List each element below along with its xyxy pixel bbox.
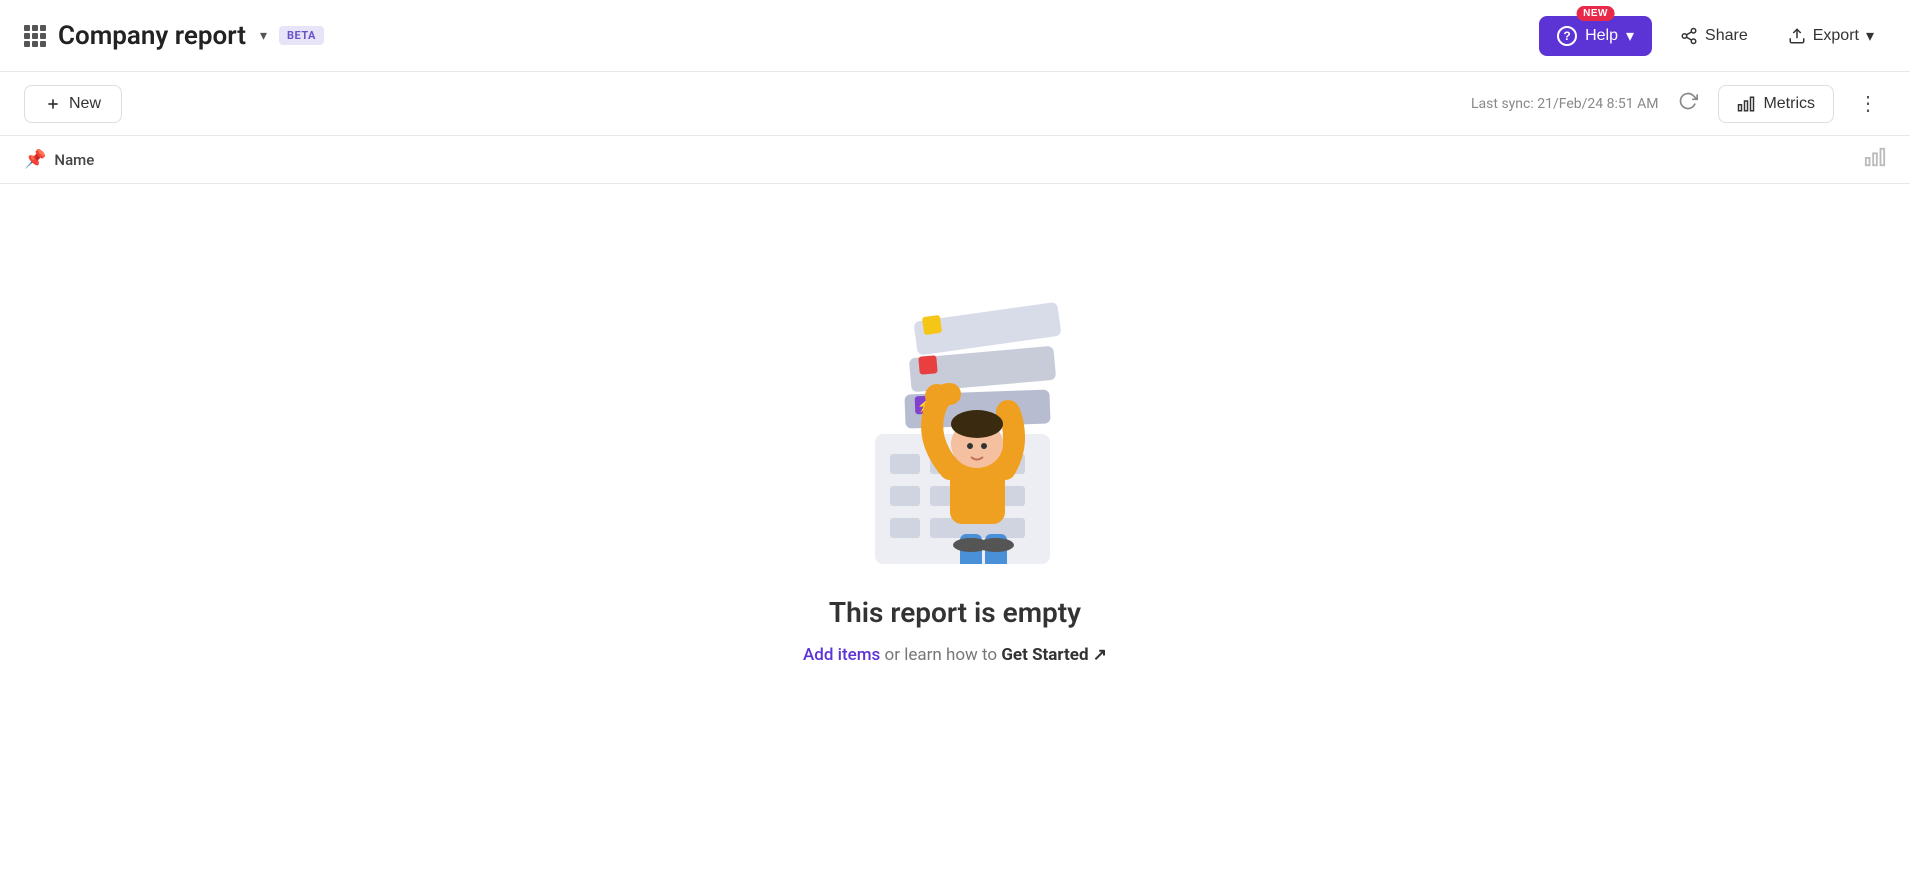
name-column-header: Name [54,151,94,169]
new-button[interactable]: New [24,85,122,123]
help-label: Help [1585,27,1618,45]
column-chart-icon[interactable] [1864,146,1886,173]
more-icon: ⋮ [1858,93,1878,115]
share-icon [1680,27,1698,45]
refresh-icon[interactable] [1674,87,1702,120]
grid-icon [24,25,46,47]
help-button[interactable]: NEW ? Help ▾ [1539,16,1652,56]
share-label: Share [1705,27,1748,45]
toolbar-left: New [24,85,122,123]
column-header-left: 📌 Name [24,149,94,170]
empty-state-title: This report is empty [829,596,1081,629]
header: Company report ▾ BETA NEW ? Help ▾ Share… [0,0,1910,72]
metrics-button[interactable]: Metrics [1718,85,1834,123]
column-header: 📌 Name [0,136,1910,184]
main-content: ⚡ This report is empty [0,184,1910,784]
title-dropdown-chevron[interactable]: ▾ [260,28,267,44]
export-icon [1788,27,1806,45]
toolbar-right: Last sync: 21/Feb/24 8:51 AM Metrics ⋮ [1471,85,1886,123]
plus-icon [45,96,61,112]
help-new-badge: NEW [1576,6,1615,21]
header-left: Company report ▾ BETA [24,21,324,51]
share-button[interactable]: Share [1668,19,1760,53]
new-label: New [69,95,101,113]
beta-badge: BETA [279,26,324,45]
empty-state-subtitle: Add items or learn how to Get Started ↗ [803,645,1107,665]
metrics-label: Metrics [1763,95,1815,113]
toolbar: New Last sync: 21/Feb/24 8:51 AM Metrics… [0,72,1910,136]
more-options-button[interactable]: ⋮ [1850,85,1886,122]
pin-icon: 📌 [24,149,46,170]
header-right: NEW ? Help ▾ Share Export ▾ [1539,16,1886,56]
export-button[interactable]: Export ▾ [1776,18,1886,54]
export-dropdown-chevron: ▾ [1866,26,1874,46]
export-label: Export [1813,27,1859,45]
add-items-link[interactable]: Add items [803,645,880,665]
metrics-icon [1737,95,1755,113]
get-started-link[interactable]: Get Started ↗ [1001,645,1107,665]
page-title: Company report [58,21,246,51]
empty-state-text: or learn how to [880,645,1001,665]
empty-illustration: ⚡ [795,284,1115,564]
help-question-icon: ? [1557,26,1577,46]
last-sync-label: Last sync: 21/Feb/24 8:51 AM [1471,96,1658,112]
help-dropdown-chevron: ▾ [1626,26,1634,46]
